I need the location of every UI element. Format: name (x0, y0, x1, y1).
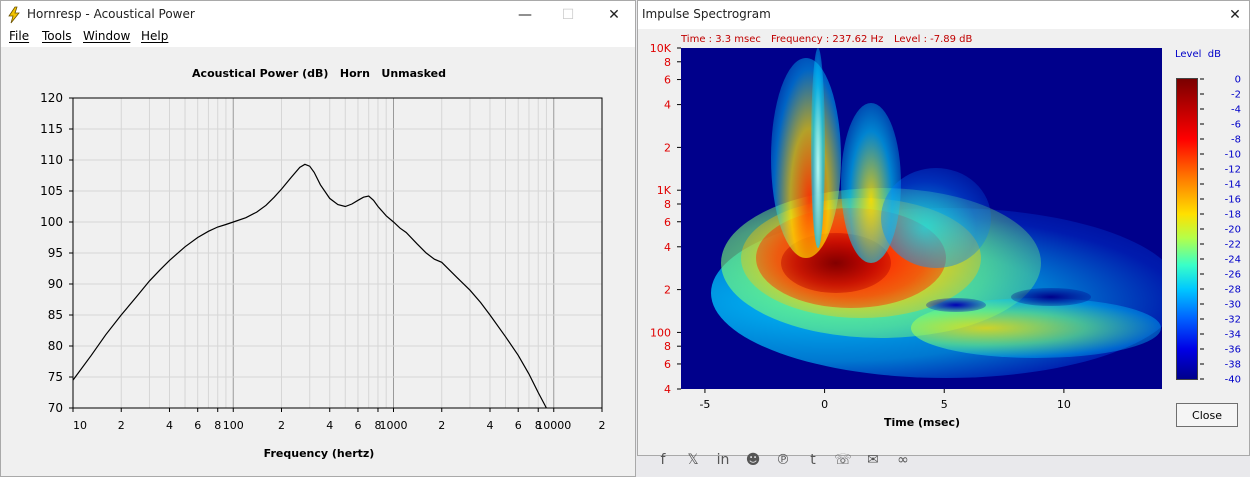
share-icons-bar: f 𝕏in ☻ ℗ t ☏ ✉ ∞ (648, 452, 968, 472)
chart-grid (73, 98, 602, 408)
x-tick-label: 2 (599, 419, 606, 432)
x-tick-label: 2 (278, 419, 285, 432)
menu-help[interactable]: Help (141, 29, 168, 43)
y-tick-label: 8 (664, 56, 671, 69)
colorbar-tick-label: -12 (1225, 165, 1241, 176)
email-icon[interactable]: ✉ (858, 452, 888, 468)
y-tick-label: 115 (40, 122, 63, 136)
menu-tools[interactable]: Tools (42, 29, 72, 43)
colorbar-tick-label: -22 (1225, 240, 1241, 251)
hornresp-app-icon (8, 6, 20, 24)
colorbar-tick-label: -4 (1231, 105, 1241, 116)
linkedin-icon[interactable]: in (708, 452, 738, 468)
maximize-icon[interactable]: ☐ (557, 5, 579, 25)
y-tick-label: 90 (48, 277, 63, 291)
x-tick-label: 1000 (380, 419, 408, 432)
colorbar-tick-label: 0 (1235, 75, 1241, 86)
x-tick-label: 10 (1057, 398, 1071, 411)
x-tick-label: 6 (194, 419, 201, 432)
y-tick-label: 6 (664, 74, 671, 87)
pinterest-icon[interactable]: ℗ (768, 452, 798, 468)
y-tick-label: 6 (664, 216, 671, 229)
colorbar-tick-label: -8 (1231, 135, 1241, 146)
facebook-icon[interactable]: f (648, 452, 678, 468)
link-icon[interactable]: ∞ (888, 452, 918, 468)
menu-window[interactable]: Window (83, 29, 130, 43)
chart-title: Acoustical Power (dB) Horn Unmasked (192, 67, 446, 80)
y-tick-label: 110 (40, 153, 63, 167)
spectrogram-axes: 10K86421K8642100864 -5 0 5 10 Time (msec) L… (650, 42, 1241, 429)
whatsapp-icon[interactable]: ☏ (828, 452, 858, 468)
close-button[interactable]: Close (1176, 403, 1238, 427)
x-icon[interactable]: 𝕏 (678, 452, 708, 468)
x-tick-label: 10000 (536, 419, 571, 432)
y-tick-label: 120 (40, 91, 63, 105)
y-tick-label: 10K (650, 42, 672, 55)
colorbar-tick-label: -28 (1225, 285, 1241, 296)
colorbar-tick-label: -40 (1225, 375, 1241, 386)
y-tick-label: 85 (48, 308, 63, 322)
x-tick-label: 4 (166, 419, 173, 432)
acoustical-power-chart: Acoustical Power (dB) Horn Unmasked 70 75… (40, 67, 606, 460)
colorbar-tick-label: -24 (1225, 255, 1241, 266)
y-tick-label: 100 (650, 326, 671, 339)
y-tick-label: 4 (664, 99, 671, 112)
colorbar-tick-label: -26 (1225, 270, 1241, 281)
y-tick-label: 70 (48, 401, 63, 415)
minimize-icon[interactable]: — (514, 5, 536, 25)
colorbar-tick-label: -2 (1231, 90, 1241, 101)
x-tick-label: 4 (326, 419, 333, 432)
colorbar-tick-label: -32 (1225, 315, 1241, 326)
colorbar-tick-label: -18 (1225, 210, 1241, 221)
x-tick-label: 10 (73, 419, 87, 432)
colorbar-tick-label: -38 (1225, 360, 1241, 371)
colorbar-tick-label: -34 (1225, 330, 1241, 341)
x-tick-label: 0 (821, 398, 828, 411)
tumblr-icon[interactable]: t (798, 452, 828, 468)
y-tick-label: 105 (40, 184, 63, 198)
y-tick-label: 4 (664, 383, 671, 396)
colorbar (1176, 78, 1198, 380)
x-tick-label: 8 (214, 419, 221, 432)
x-tick-label: 100 (223, 419, 244, 432)
x-tick-label: 5 (941, 398, 948, 411)
colorbar-tick-label: -10 (1225, 150, 1241, 161)
x-tick-label: 6 (354, 419, 361, 432)
y-tick-label: 1K (657, 184, 672, 197)
y-tick-label: 8 (664, 198, 671, 211)
x-tick-label: 4 (486, 419, 493, 432)
reddit-icon[interactable]: ☻ (738, 452, 768, 468)
window-title: Hornresp - Acoustical Power (27, 7, 195, 21)
colorbar-title: Level dB (1175, 49, 1221, 60)
x-axis-label: Time (msec) (884, 416, 960, 429)
y-tick-label: 4 (664, 241, 671, 254)
x-tick-label: 2 (118, 419, 125, 432)
menu-bar: File Tools Window Help (1, 29, 635, 47)
menu-file[interactable]: File (9, 29, 29, 43)
acoustical-power-window: Hornresp - Acoustical Power — ☐ ✕ File T… (0, 0, 636, 477)
colorbar-tick-label: -14 (1225, 180, 1241, 191)
colorbar-tick-label: -30 (1225, 300, 1241, 311)
x-tick-label: -5 (699, 398, 710, 411)
y-tick-label: 2 (664, 141, 671, 154)
colorbar-tick-label: -6 (1231, 120, 1241, 131)
chart-area: Acoustical Power (dB) Horn Unmasked 70 75… (1, 47, 635, 476)
y-tick-label: 2 (664, 284, 671, 297)
colorbar-tick-label: -36 (1225, 345, 1241, 356)
colorbar-tick-label: -16 (1225, 195, 1241, 206)
colorbar-tick-label: -20 (1225, 225, 1241, 236)
y-tick-label: 100 (40, 215, 63, 229)
y-tick-label: 6 (664, 358, 671, 371)
title-bar[interactable]: Hornresp - Acoustical Power — ☐ ✕ (1, 1, 635, 29)
x-tick-label: 6 (515, 419, 522, 432)
y-tick-label: 80 (48, 339, 63, 353)
x-axis-label: Frequency (hertz) (264, 447, 375, 460)
y-tick-label: 75 (48, 370, 63, 384)
x-tick-label: 2 (438, 419, 445, 432)
y-tick-label: 8 (664, 340, 671, 353)
y-tick-label: 95 (48, 246, 63, 260)
close-icon[interactable]: ✕ (603, 5, 625, 25)
